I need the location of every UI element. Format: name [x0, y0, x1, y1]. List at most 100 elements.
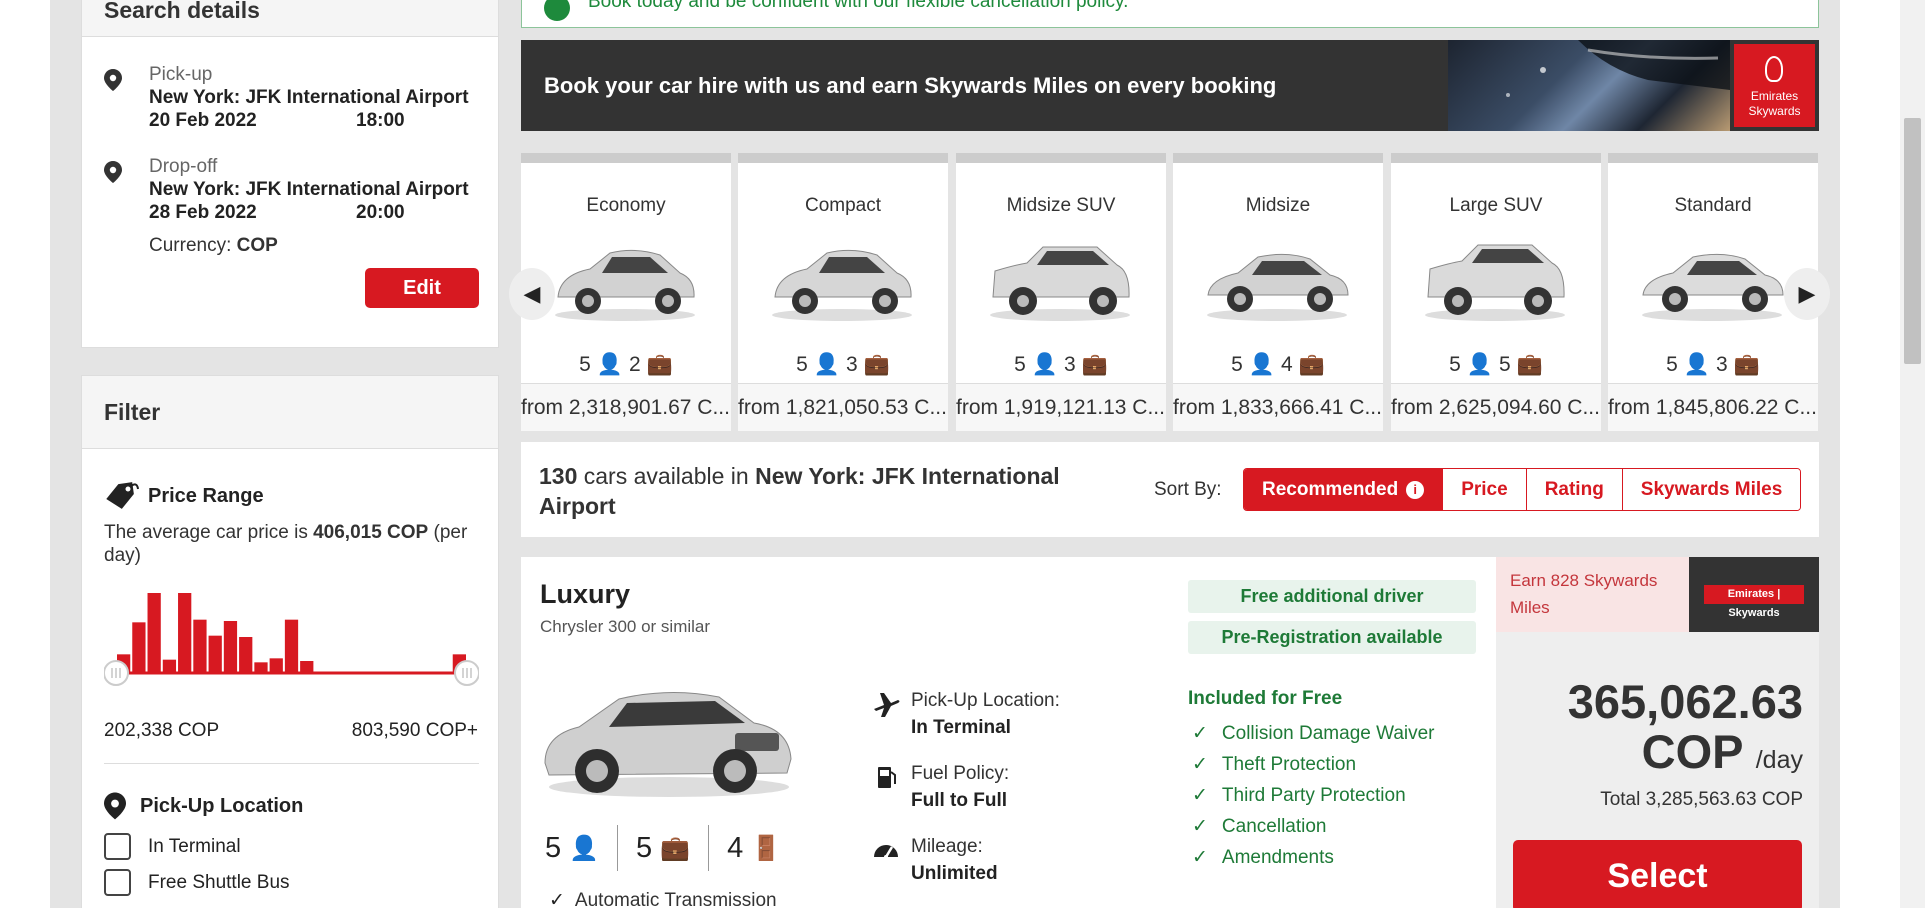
pickup-location-value: In Terminal	[911, 717, 1011, 738]
suitcase-icon: 💼	[1733, 353, 1760, 376]
filter-divider	[104, 763, 479, 764]
dropoff-label: Drop-off	[149, 156, 218, 177]
included-for-free-title: Included for Free	[1188, 688, 1343, 709]
histogram-bar	[254, 662, 268, 673]
currency-row: Currency: COP	[149, 235, 278, 257]
category-price: from 2,318,901.67 C...	[521, 383, 731, 431]
scrollbar[interactable]	[1900, 0, 1925, 908]
chevron-left-icon: ◀	[523, 281, 541, 306]
price-range-heading: Price Range	[104, 481, 264, 511]
checkbox[interactable]	[104, 869, 131, 896]
price-range-min: 202,338 COP	[104, 720, 220, 741]
select-car-button[interactable]: Select	[1513, 840, 1802, 908]
car-image	[990, 246, 1130, 321]
list-item: ✓ Theft Protection	[1192, 749, 1435, 780]
suitcase-icon: 💼	[1081, 353, 1108, 376]
car-result-card: Luxury Chrysler 300 or similar 5 👤 5 💼 4 🚪 …	[521, 557, 1819, 908]
checkbox[interactable]	[104, 833, 131, 860]
person-icon: 👤	[1031, 353, 1058, 376]
category-name: Economy	[586, 195, 666, 216]
average-price-value: 406,015 COP	[313, 522, 429, 543]
dropoff-time: 20:00	[356, 202, 405, 223]
pickup-location: New York: JFK International Airport	[149, 87, 469, 108]
histogram-bar	[223, 621, 238, 673]
fuel-policy-info: Fuel Policy: Full to Full	[871, 760, 1009, 814]
check-icon: ✓	[1192, 723, 1208, 744]
doors-spec: 4 🚪	[727, 831, 782, 864]
included-features-list: ✓ Collision Damage Waiver ✓ Theft Protecti…	[1192, 718, 1435, 873]
scrollbar-thumb[interactable]	[1904, 118, 1921, 364]
category-name: Compact	[804, 195, 882, 216]
car-image	[1207, 253, 1349, 321]
car-specs: 5 👤 5 💼 4 🚪	[545, 825, 799, 871]
price-range-title: Price Range	[148, 484, 264, 507]
check-icon: ✓	[1192, 785, 1208, 806]
price-range-max: 803,590 COP+	[351, 720, 478, 741]
edit-search-button[interactable]: Edit	[365, 268, 479, 308]
check-icon: ✓	[1192, 847, 1208, 868]
check-icon: ✓	[1192, 754, 1208, 775]
histogram-bar	[193, 619, 207, 673]
pickup-location-filter-heading: Pick-Up Location	[104, 791, 303, 821]
sort-rating-button[interactable]: Rating	[1525, 469, 1622, 510]
filter-option-free-shuttle-bus[interactable]: Free Shuttle Bus	[104, 869, 290, 896]
pickup-location-filter-title: Pick-Up Location	[140, 794, 304, 817]
histogram-bar	[162, 659, 177, 673]
category-price: from 1,833,666.41 C...	[1173, 383, 1383, 431]
carousel-next-button[interactable]: ▶	[1784, 268, 1830, 320]
mileage-value: Unlimited	[911, 863, 998, 884]
results-summary-text: 130 cars available in New York: JFK Inte…	[539, 463, 1060, 519]
sort-skywards-miles-button[interactable]: Skywards Miles	[1621, 469, 1801, 510]
location-pin-icon	[104, 69, 122, 91]
currency-value: COP	[236, 235, 278, 256]
cancellation-notice: Book today and be confident with our fle…	[521, 0, 1819, 28]
pickup-date: 20 Feb 2022	[149, 110, 257, 131]
fuel-policy-value: Full to Full	[911, 790, 1008, 811]
car-image	[544, 691, 792, 797]
car-class-title: Luxury	[540, 579, 631, 609]
category-specs: 5 👤 3 💼	[1014, 353, 1108, 376]
currency-label: Currency:	[149, 235, 232, 256]
histogram-bar	[147, 593, 161, 673]
category-card-large-suv[interactable]: Large SUV 5 👤 5 💼 from 2,625,094.60 C...	[1391, 153, 1601, 431]
pickup-time: 18:00	[356, 110, 405, 131]
transmission-row: ✓ Automatic Transmission	[549, 889, 777, 908]
notice-text: Book today and be confident with our fle…	[588, 0, 1129, 12]
dropoff-location: New York: JFK International Airport	[149, 179, 469, 200]
sort-by-label: Sort By:	[1154, 479, 1222, 500]
pre-registration-badge: Pre-Registration available	[1188, 621, 1476, 654]
chevron-right-icon: ▶	[1798, 281, 1816, 306]
category-specs: 5 👤 2 💼	[579, 353, 673, 376]
filter-option-label: In Terminal	[148, 835, 241, 857]
category-card-midsize-suv[interactable]: Midsize SUV 5 👤 3 💼 from 1,919,121.13 C...	[956, 153, 1166, 431]
car-category-carousel: Economy 5 👤 2 💼 from 2,318,901.67 C... Comp…	[509, 153, 1830, 431]
histogram-bar	[178, 593, 192, 673]
results-summary-bar: 130 cars available in New York: JFK Inte…	[521, 442, 1819, 537]
emirates-skywards-logo: Emirates | Skywards	[1689, 557, 1819, 632]
category-card-midsize[interactable]: Midsize 5 👤 4 💼 from 1,833,666.41 C...	[1173, 153, 1383, 431]
location-pin-icon	[104, 792, 126, 820]
car-image	[1425, 244, 1565, 321]
suitcase-icon: 💼	[863, 353, 890, 376]
banner-car-image	[1448, 40, 1730, 131]
location-pin-icon	[104, 161, 122, 183]
list-item: ✓ Third Party Protection	[1192, 780, 1435, 811]
sort-recommended-button[interactable]: Recommended i	[1244, 469, 1443, 510]
search-details-panel: Search details Pick-up New York: JFK Int…	[81, 0, 499, 348]
pickup-location-info: Pick-Up Location: In Terminal	[871, 687, 1060, 741]
histogram-bar	[300, 661, 314, 673]
mileage-info: Mileage: Unlimited	[871, 833, 998, 887]
skywards-banner[interactable]: Book your car hire with us and earn Skyw…	[521, 40, 1819, 131]
price-histogram[interactable]	[104, 581, 479, 691]
pickup-label: Pick-up	[149, 64, 213, 85]
filter-option-in-terminal[interactable]: In Terminal	[104, 833, 241, 860]
plane-icon	[874, 693, 900, 717]
category-card-compact[interactable]: Compact 5 👤 3 💼 from 1,821,050.53 C...	[738, 153, 948, 431]
sort-price-button[interactable]: Price	[1442, 469, 1526, 510]
category-price: from 1,845,806.22 C...	[1608, 383, 1818, 431]
speedometer-icon	[874, 845, 898, 859]
histogram-bar	[284, 619, 299, 673]
carousel-prev-button[interactable]: ◀	[509, 268, 555, 320]
price-column: Earn 828 Skywards Miles Emirates | Skywa…	[1496, 557, 1819, 908]
category-specs: 5 👤 3 💼	[796, 353, 890, 376]
